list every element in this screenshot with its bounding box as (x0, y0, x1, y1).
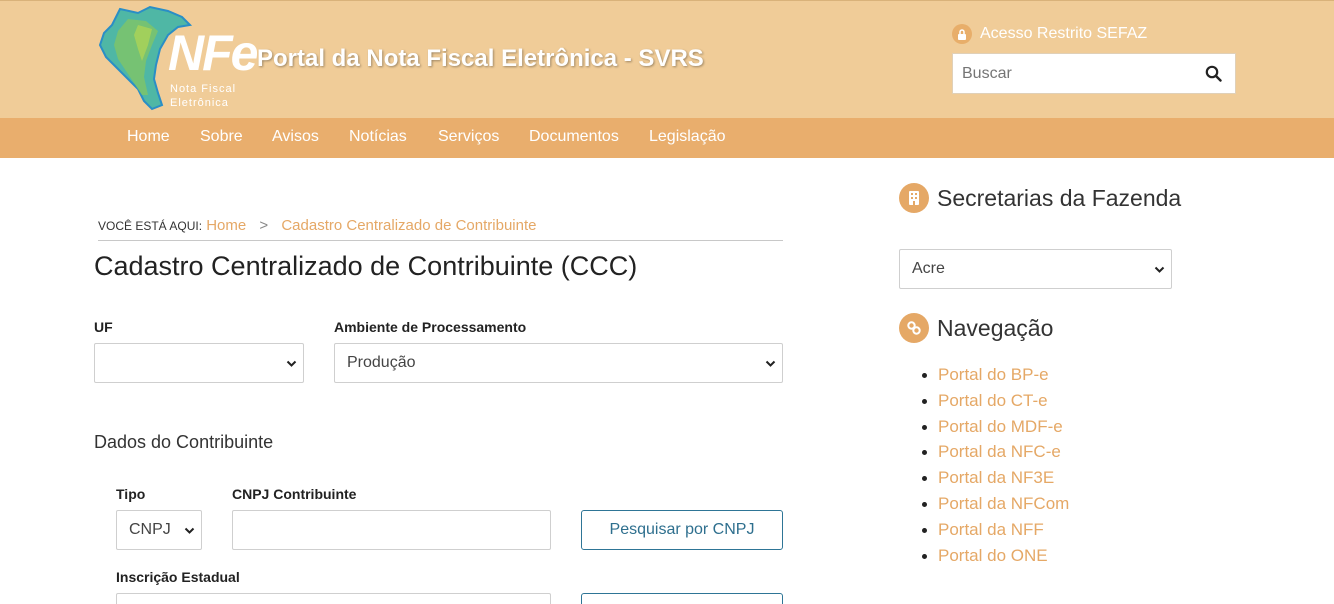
uf-label: UF (94, 319, 113, 335)
chevron-down-icon (765, 360, 776, 367)
tipo-select[interactable]: CNPJ (116, 510, 202, 550)
breadcrumb-current[interactable]: Cadastro Centralizado de Contribuinte (281, 217, 536, 234)
search-ie-button[interactable] (581, 593, 783, 604)
nav-servicos[interactable]: Serviços (438, 128, 499, 146)
site-header: NFe Nota Fiscal Eletrônica Portal da Not… (0, 0, 1334, 118)
chevron-down-icon (286, 360, 297, 367)
nav-link-cte[interactable]: Portal do CT-e (921, 390, 1069, 416)
search-box (952, 53, 1236, 94)
ambiente-select[interactable]: Produção (334, 343, 783, 383)
nav-link-nf3e[interactable]: Portal da NF3E (921, 467, 1069, 493)
nav-documentos[interactable]: Documentos (529, 128, 619, 146)
search-input[interactable] (953, 54, 1191, 93)
logo-text: NFe (168, 25, 258, 81)
ie-input[interactable] (116, 593, 551, 604)
nav-link-bpe[interactable]: Portal do BP-e (921, 364, 1069, 390)
ie-label: Inscrição Estadual (116, 569, 240, 585)
nav-link-nff[interactable]: Portal da NFF (921, 519, 1069, 545)
tipo-label: Tipo (116, 486, 146, 502)
cnpj-label: CNPJ Contribuinte (232, 486, 357, 502)
nav-link-mdfe[interactable]: Portal do MDF-e (921, 416, 1069, 442)
page-title: Cadastro Centralizado de Contribuinte (C… (94, 251, 638, 281)
nav-link-nfcom[interactable]: Portal da NFCom (921, 493, 1069, 519)
tipo-select-value: CNPJ (129, 521, 171, 538)
navegacao-heading-label: Navegação (937, 314, 1054, 341)
logo-subtext-1: Nota Fiscal (170, 83, 237, 95)
nav-noticias[interactable]: Notícias (349, 128, 407, 146)
search-icon (1205, 65, 1222, 82)
main-nav: Home Sobre Avisos Notícias Serviços Docu… (0, 118, 1334, 158)
uf-select[interactable] (94, 343, 304, 383)
search-cnpj-button[interactable]: Pesquisar por CNPJ (581, 510, 783, 550)
secretarias-heading-label: Secretarias da Fazenda (937, 184, 1182, 211)
nav-legislacao[interactable]: Legislação (649, 128, 726, 146)
breadcrumb: VOCÊ ESTÁ AQUI: Home > Cadastro Centrali… (98, 217, 783, 241)
nav-home[interactable]: Home (127, 128, 170, 146)
logo-subtext-2: Eletrônica (170, 97, 229, 109)
nav-link-one[interactable]: Portal do ONE (921, 545, 1069, 571)
secretarias-heading: Secretarias da Fazenda (899, 183, 1181, 213)
restricted-access-label: Acesso Restrito SEFAZ (980, 25, 1148, 42)
section-heading-dados: Dados do Contribuinte (94, 432, 274, 452)
chevron-down-icon (184, 527, 195, 534)
ambiente-label: Ambiente de Processamento (334, 319, 527, 335)
breadcrumb-home-link[interactable]: Home (206, 217, 246, 234)
secretaria-select-value: Acre (912, 260, 945, 277)
nav-sobre[interactable]: Sobre (200, 128, 243, 146)
navigation-links: Portal do BP-e Portal do CT-e Portal do … (921, 364, 1069, 571)
ambiente-select-value: Produção (347, 354, 416, 371)
site-title[interactable]: Portal da Nota Fiscal Eletrônica - SVRS (257, 45, 704, 73)
building-icon (899, 183, 929, 213)
chevron-down-icon (1154, 266, 1165, 273)
cnpj-input[interactable] (232, 510, 551, 550)
link-icon (899, 313, 929, 343)
lock-icon (952, 24, 972, 44)
navegacao-heading: Navegação (899, 313, 1053, 343)
restricted-access-link[interactable]: Acesso Restrito SEFAZ (952, 24, 1147, 44)
search-button[interactable] (1191, 54, 1235, 93)
breadcrumb-separator: > (259, 217, 269, 234)
nav-avisos[interactable]: Avisos (272, 128, 319, 146)
nav-link-nfce[interactable]: Portal da NFC-e (921, 441, 1069, 467)
secretaria-select[interactable]: Acre (899, 249, 1172, 289)
breadcrumb-label: VOCÊ ESTÁ AQUI: (98, 219, 203, 233)
nfe-logo[interactable]: NFe Nota Fiscal Eletrônica (98, 5, 258, 113)
